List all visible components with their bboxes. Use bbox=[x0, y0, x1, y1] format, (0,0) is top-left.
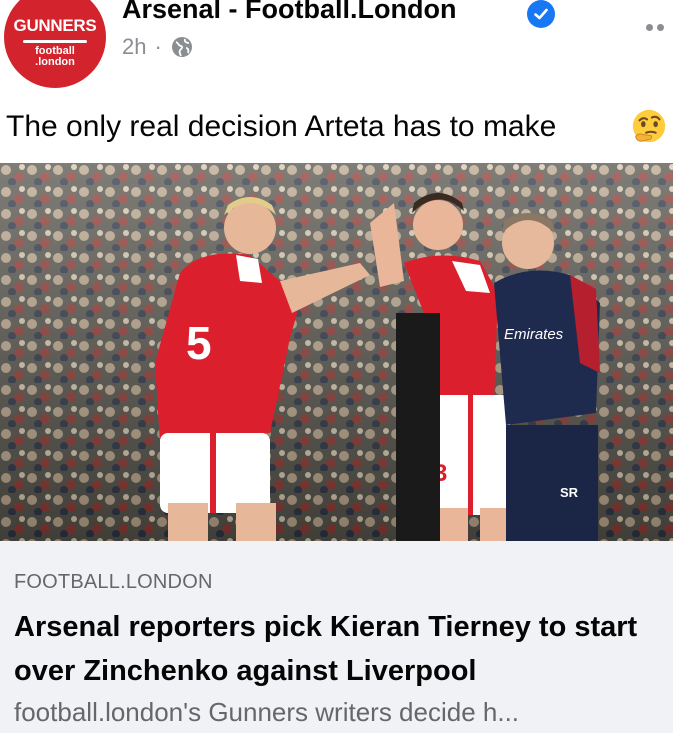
article-photo[interactable]: 5 3 Emirates SR bbox=[0, 163, 673, 541]
globe-icon bbox=[171, 37, 192, 57]
link-description: football.london's Gunners writers decide… bbox=[14, 697, 520, 727]
link-source: FOOTBALL.LONDON bbox=[14, 571, 213, 593]
meta-separator: · bbox=[154, 34, 162, 59]
link-preview[interactable]: FOOTBALL.LONDON Arsenal reporters pick K… bbox=[0, 541, 673, 733]
page-name[interactable]: Arsenal - Football.London bbox=[122, 0, 456, 25]
page-avatar[interactable]: GUNNERS football .london bbox=[4, 0, 106, 88]
post-meta: 2h · bbox=[122, 34, 194, 60]
thinking-face-icon bbox=[632, 109, 666, 143]
official bbox=[396, 313, 440, 541]
link-headline[interactable]: Arsenal reporters pick Kieran Tierney to… bbox=[14, 605, 664, 693]
avatar-sub-line2: .london bbox=[35, 56, 75, 68]
cannon-icon bbox=[23, 40, 87, 43]
sponsor-text: Emirates bbox=[504, 326, 564, 343]
more-options-icon[interactable] bbox=[646, 24, 664, 31]
left-player-number: 5 bbox=[186, 317, 212, 369]
avatar-brand: GUNNERS bbox=[13, 16, 97, 35]
post-time[interactable]: 2h bbox=[122, 34, 146, 60]
verified-badge-icon bbox=[527, 0, 555, 28]
staff-initials: SR bbox=[560, 485, 579, 500]
post-text: The only real decision Arteta has to mak… bbox=[6, 110, 557, 143]
match-photo-illustration: 5 3 Emirates SR bbox=[0, 163, 673, 541]
